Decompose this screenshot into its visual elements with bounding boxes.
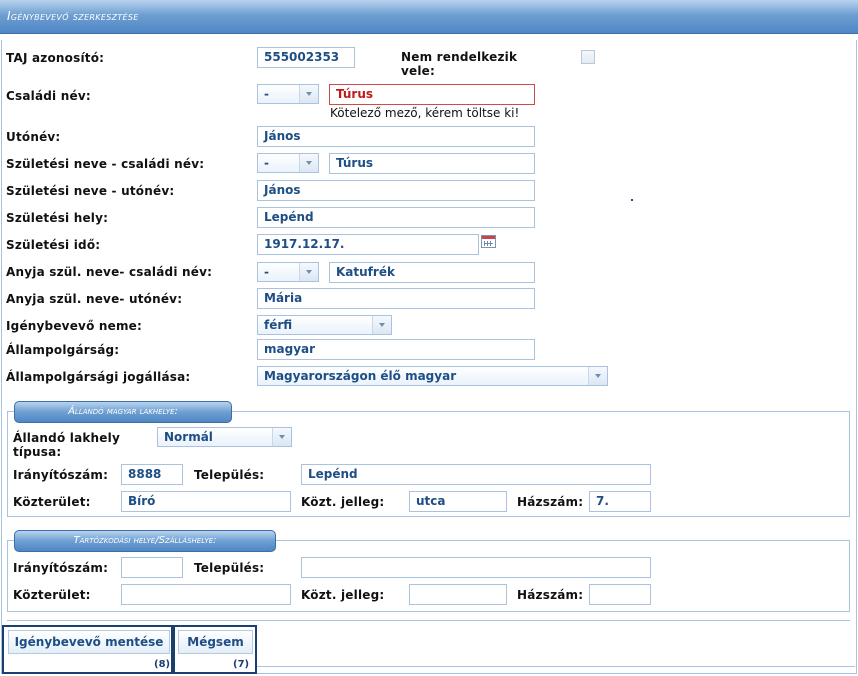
- mother-family-prefix-select[interactable]: -: [257, 262, 319, 282]
- citizenship-status-value: Magyarországon élő magyar: [264, 369, 457, 383]
- citizenship-status-select[interactable]: Magyarországon élő magyar: [257, 366, 608, 386]
- temporary-street-input[interactable]: [121, 584, 291, 605]
- no-taj-label: Nem rendelkezik vele:: [401, 50, 518, 78]
- permanent-number-label: Házszám:: [517, 495, 584, 509]
- temporary-number-input[interactable]: [589, 584, 651, 605]
- gender-label: Igénybevevő neme:: [6, 319, 143, 333]
- mother-family-prefix-value: -: [264, 265, 269, 279]
- birth-first-name-label: Születési neve - utónév:: [6, 184, 175, 198]
- family-name-prefix-value: -: [264, 87, 269, 101]
- cancel-button-badge: (7): [233, 659, 250, 670]
- birth-family-prefix-value: -: [264, 156, 269, 170]
- save-button[interactable]: Igénybevevő mentése: [8, 630, 170, 654]
- gender-select[interactable]: férfi: [257, 315, 392, 335]
- first-name-input[interactable]: János: [257, 126, 535, 147]
- permanent-address-legend: Állandó magyar lakhelye:: [14, 401, 232, 423]
- mother-family-name-label: Anyja szül. neve- családi név:: [6, 265, 213, 279]
- permanent-street-type-input[interactable]: utca: [409, 491, 507, 512]
- temporary-street-type-label: Közt. jelleg:: [301, 588, 385, 602]
- temporary-address-legend: Tartózkodási helye/Szálláshelye:: [14, 530, 276, 552]
- permanent-city-input[interactable]: Lepénd: [301, 464, 651, 485]
- permanent-type-label: Állandó lakhely típusa:: [13, 431, 120, 459]
- permanent-zip-input[interactable]: 8888: [121, 464, 183, 485]
- permanent-city-label: Település:: [194, 468, 265, 482]
- birth-family-name-input[interactable]: Túrus: [329, 153, 535, 174]
- temporary-street-label: Közterület:: [13, 588, 91, 602]
- cancel-button[interactable]: Mégsem: [178, 630, 253, 654]
- bottom-separator: [257, 666, 855, 667]
- temporary-city-label: Település:: [194, 561, 265, 575]
- page-title: Igénybevevő szerkesztése: [7, 9, 139, 23]
- chevron-down-icon: [372, 316, 391, 334]
- permanent-type-value: Normál: [164, 430, 213, 444]
- permanent-zip-label: Irányítószám:: [13, 468, 109, 482]
- birth-date-input[interactable]: 1917.12.17.: [257, 234, 479, 255]
- permanent-number-input[interactable]: 7.: [589, 491, 651, 512]
- gender-value: férfi: [264, 318, 293, 332]
- mother-first-name-label: Anyja szül. neve- utónév:: [6, 292, 183, 306]
- chevron-down-icon: [299, 263, 318, 281]
- save-button-badge: (8): [154, 659, 171, 670]
- family-name-input[interactable]: Túrus: [329, 84, 535, 105]
- calendar-icon[interactable]: [481, 235, 496, 248]
- temporary-city-input[interactable]: [301, 557, 651, 578]
- chevron-down-icon: [588, 367, 607, 385]
- first-name-label: Utónév:: [6, 130, 61, 144]
- temporary-zip-input[interactable]: [121, 557, 183, 578]
- chevron-down-icon: [299, 154, 318, 172]
- temporary-zip-label: Irányítószám:: [13, 561, 109, 575]
- taj-input[interactable]: 555002353: [257, 47, 355, 68]
- citizenship-input[interactable]: magyar: [257, 339, 535, 360]
- temporary-street-type-input[interactable]: [409, 584, 507, 605]
- permanent-street-type-label: Közt. jelleg:: [301, 495, 385, 509]
- mother-first-name-input[interactable]: Mária: [257, 288, 535, 309]
- permanent-street-label: Közterület:: [13, 495, 91, 509]
- family-name-prefix-select[interactable]: -: [257, 84, 319, 104]
- birth-date-label: Születési idő:: [6, 238, 101, 252]
- family-name-label: Családi név:: [6, 89, 91, 103]
- birth-family-name-label: Születési neve - családi név:: [6, 157, 205, 171]
- chevron-down-icon: [299, 85, 318, 103]
- birth-place-label: Születési hely:: [6, 211, 109, 225]
- citizenship-status-label: Állampolgársági jogállása:: [6, 370, 191, 384]
- mother-family-name-input[interactable]: Katufrék: [329, 262, 535, 283]
- temporary-number-label: Házszám:: [517, 588, 584, 602]
- family-name-error: Kötelező mező, kérem töltse ki!: [330, 106, 520, 120]
- window-header: Igénybevevő szerkesztése: [0, 0, 858, 34]
- taj-label: TAJ azonosító:: [6, 51, 105, 65]
- birth-place-input[interactable]: Lepénd: [257, 207, 535, 228]
- permanent-street-input[interactable]: Bíró: [121, 491, 291, 512]
- permanent-type-select[interactable]: Normál: [157, 427, 292, 447]
- button-bar-separator: [7, 620, 850, 621]
- birth-family-prefix-select[interactable]: -: [257, 153, 319, 173]
- chevron-down-icon: [272, 428, 291, 446]
- birth-first-name-input[interactable]: János: [257, 180, 535, 201]
- citizenship-label: Állampolgárság:: [6, 343, 120, 357]
- no-taj-checkbox[interactable]: [581, 50, 595, 64]
- stray-dot: [631, 199, 633, 201]
